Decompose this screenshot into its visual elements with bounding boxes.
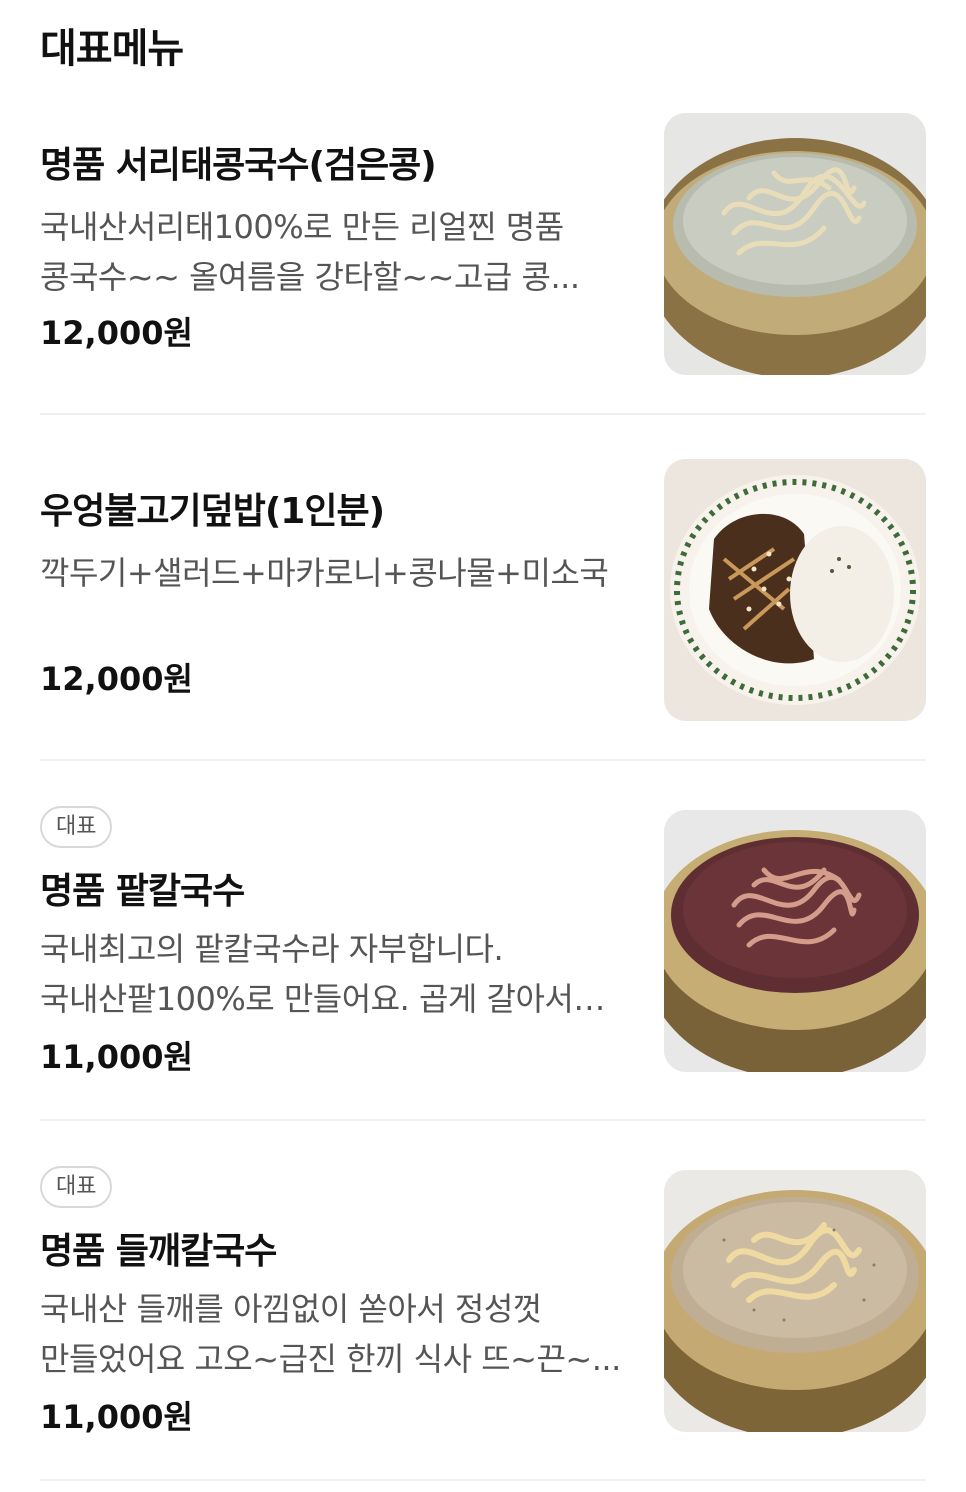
item-divider (40, 1119, 926, 1121)
signature-badge: 대표 (40, 1166, 113, 1208)
menu-item-red-bean-noodle[interactable]: 대표 명품 팥칼국수 국내최고의 팥칼국수라 자부합니다. 국내산팥100%로 … (40, 806, 926, 1124)
menu-item-price: 11,000원 (40, 1398, 193, 1436)
menu-item-price: 12,000원 (40, 314, 193, 352)
menu-item-bulgogi-rice[interactable]: 우엉불고기덮밥(1인분) 깍두기+샐러드+마카로니+콩나물+미소국 12,000… (40, 456, 926, 764)
page-title: 대표메뉴 (40, 26, 184, 72)
menu-item-price: 12,000원 (40, 660, 193, 698)
menu-item-photo (664, 810, 926, 1072)
item-divider (40, 413, 926, 415)
menu-item-name: 명품 서리태콩국수(검은콩) (40, 145, 437, 186)
menu-item-description: 국내최고의 팥칼국수라 자부합니다. 국내산팥100%로 만들어요. 곱게 갈아… (40, 930, 574, 1018)
item-divider (40, 759, 926, 761)
menu-item-description: 국내산서리태100%로 만든 리얼찐 명품 콩국수~~ 올여름을 강타할~~고급… (40, 208, 580, 296)
menu-item-name: 명품 들깨칼국수 (40, 1231, 277, 1272)
menu-item-price: 11,000원 (40, 1038, 193, 1076)
menu-item-photo (664, 113, 926, 375)
menu-item-perilla-noodle[interactable]: 대표 명품 들깨칼국수 국내산 들깨를 아낌없이 쏟아서 정성껏 만들었어요 고… (40, 1166, 926, 1484)
signature-badge: 대표 (40, 806, 113, 848)
menu-item-description: 깍두기+샐러드+마카로니+콩나물+미소국 (40, 554, 609, 592)
menu-item-photo (664, 459, 926, 721)
menu-item-description: 국내산 들깨를 아낌없이 쏟아서 정성껏 만들었어요 고오~급진 한끼 식사 뜨… (40, 1290, 621, 1378)
menu-item-name: 명품 팥칼국수 (40, 871, 245, 912)
menu-item-bean-noodle[interactable]: 명품 서리태콩국수(검은콩) 국내산서리태100%로 만든 리얼찐 명품 콩국수… (40, 110, 926, 418)
menu-item-photo (664, 1170, 926, 1432)
item-divider (40, 1479, 926, 1481)
menu-item-name: 우엉불고기덮밥(1인분) (40, 491, 385, 532)
